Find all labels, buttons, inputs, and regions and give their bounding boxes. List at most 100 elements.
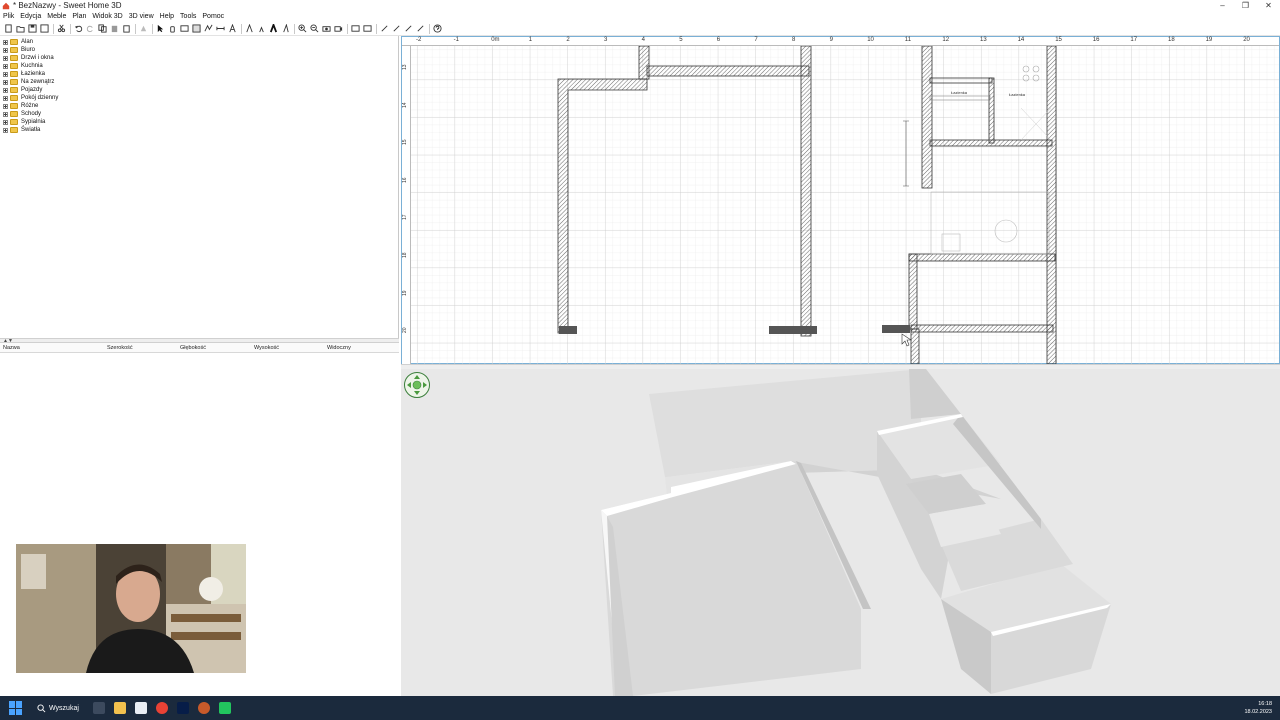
open-button[interactable] <box>15 23 26 34</box>
menu-help[interactable]: Help <box>160 13 174 20</box>
expand-icon[interactable] <box>3 111 8 117</box>
add-furniture-button[interactable] <box>138 23 149 34</box>
pan-mode-button[interactable] <box>167 23 178 34</box>
ruler-tick-label: 17 <box>1130 37 1138 43</box>
ruler-tick-label: 11 <box>904 37 912 43</box>
column-glebokosc[interactable]: Głębokość <box>177 345 251 351</box>
catalog-category-kuchnia[interactable]: Kuchnia <box>0 62 399 70</box>
menu-3d-view[interactable]: 3D view <box>129 13 154 20</box>
close-button[interactable]: ✕ <box>1257 0 1280 11</box>
undo-button[interactable] <box>73 23 84 34</box>
create-labels-button[interactable] <box>227 23 238 34</box>
title-bar: * BezNazwy - Sweet Home 3D – ❐ ✕ <box>0 0 1280 11</box>
expand-icon[interactable] <box>3 79 8 85</box>
menu-meble[interactable]: Meble <box>47 13 66 20</box>
create-walls-button[interactable] <box>179 23 190 34</box>
new-home-button[interactable] <box>3 23 14 34</box>
expand-icon[interactable] <box>3 71 8 77</box>
search-icon <box>37 703 46 712</box>
minimize-button[interactable]: – <box>1211 0 1234 11</box>
start-button[interactable] <box>9 701 23 715</box>
import-background-button[interactable] <box>350 23 361 34</box>
decrease-text-button[interactable] <box>256 23 267 34</box>
catalog-category-pojazdy[interactable]: Pojazdy <box>0 86 399 94</box>
bold-button[interactable] <box>268 23 279 34</box>
expand-icon[interactable] <box>3 63 8 69</box>
menu-widok-3d[interactable]: Widok 3D <box>92 13 122 20</box>
column-szerokosc[interactable]: Szerokość <box>104 345 177 351</box>
undo-icon <box>74 25 83 33</box>
plugin-button-1[interactable] <box>379 23 390 34</box>
maximize-button[interactable]: ❐ <box>1234 0 1257 11</box>
zoom-out-button[interactable] <box>309 23 320 34</box>
delete-button[interactable] <box>121 23 132 34</box>
room-label-lazienka: Łazienka <box>1009 92 1026 97</box>
create-video-button[interactable] <box>333 23 344 34</box>
column-nazwa[interactable]: Nazwa <box>0 345 104 351</box>
column-widoczny[interactable]: Widoczny <box>324 345 396 351</box>
taskbar-search[interactable]: Wyszukaj <box>37 703 79 713</box>
catalog-category-biuro[interactable]: Biuro <box>0 46 399 54</box>
save-as-button[interactable] <box>39 23 50 34</box>
ruler-tick-label: -1 <box>453 37 459 43</box>
expand-icon[interactable] <box>3 103 8 109</box>
expand-icon[interactable] <box>3 55 8 61</box>
clock-date: 18.02.2023 <box>1244 709 1272 715</box>
expand-icon[interactable] <box>3 39 8 45</box>
toolbar-separator <box>70 23 71 34</box>
expand-icon[interactable] <box>3 127 8 133</box>
import-furniture-button[interactable] <box>362 23 373 34</box>
catalog-category-rozne[interactable]: Różne <box>0 102 399 110</box>
paste-button[interactable] <box>109 23 120 34</box>
catalog-category-schody[interactable]: Schody <box>0 110 399 118</box>
category-label: Schody <box>21 111 42 117</box>
help-button[interactable] <box>432 23 443 34</box>
task-view-icon[interactable] <box>92 702 105 714</box>
expand-icon[interactable] <box>3 95 8 101</box>
plugin-button-3[interactable] <box>403 23 414 34</box>
catalog-category-drzwi-i-okna[interactable]: Drzwi i okna <box>0 54 399 62</box>
chrome-icon[interactable] <box>155 702 168 714</box>
plugin-button-4[interactable] <box>415 23 426 34</box>
create-rooms-button[interactable] <box>191 23 202 34</box>
menu-tools[interactable]: Tools <box>180 13 196 20</box>
catalog-category-pokoj-dzienny[interactable]: Pokój dzienny <box>0 94 399 102</box>
menu-plik[interactable]: Plik <box>3 13 14 20</box>
file-explorer-icon[interactable] <box>113 702 126 714</box>
create-polylines-button[interactable] <box>203 23 214 34</box>
menu-edycja[interactable]: Edycja <box>20 13 41 20</box>
menu-bar: Plik Edycja Meble Plan Widok 3D 3D view … <box>0 11 1280 22</box>
catalog-category-sypialnia[interactable]: Sypialnia <box>0 118 399 126</box>
app-taskbar-icon[interactable] <box>218 702 231 714</box>
expand-icon[interactable] <box>3 119 8 125</box>
catalog-category-swiatla[interactable]: Światła <box>0 126 399 134</box>
increase-text-button[interactable] <box>244 23 255 34</box>
catalog-category-lazienka[interactable]: Łazienka <box>0 70 399 78</box>
create-photo-button[interactable] <box>321 23 332 34</box>
italic-icon <box>283 24 289 33</box>
italic-button[interactable] <box>280 23 291 34</box>
copy-button[interactable] <box>97 23 108 34</box>
plan-canvas[interactable]: Łazienka Łazienka <box>411 46 1279 364</box>
column-wysokosc[interactable]: Wysokość <box>251 345 324 351</box>
plan-view[interactable]: -2 -1 0m 1 2 3 4 5 6 7 8 9 10 11 12 13 14 15 16 17 18 19 20 13… <box>401 36 1280 364</box>
taskbar-clock[interactable]: 16:18 18.02.2023 <box>1244 700 1272 716</box>
3d-view[interactable] <box>401 369 1280 696</box>
expand-icon[interactable] <box>3 47 8 53</box>
select-mode-button[interactable] <box>155 23 166 34</box>
redo-button[interactable] <box>85 23 96 34</box>
photoshop-icon[interactable] <box>176 702 189 714</box>
3d-navigation-arrows-icon[interactable] <box>403 371 431 399</box>
catalog-category-na-zewnatrz[interactable]: Na zewnątrz <box>0 78 399 86</box>
create-dimensions-button[interactable] <box>215 23 226 34</box>
store-icon[interactable] <box>134 702 147 714</box>
save-button[interactable] <box>27 23 38 34</box>
catalog-category-alan[interactable]: Alan <box>0 38 399 46</box>
expand-icon[interactable] <box>3 87 8 93</box>
sweet-home-3d-taskbar-icon[interactable] <box>197 702 210 714</box>
menu-plan[interactable]: Plan <box>72 13 86 20</box>
cut-button[interactable] <box>56 23 67 34</box>
menu-pomoc[interactable]: Pomoc <box>202 13 224 20</box>
zoom-in-button[interactable] <box>297 23 308 34</box>
plugin-button-2[interactable] <box>391 23 402 34</box>
